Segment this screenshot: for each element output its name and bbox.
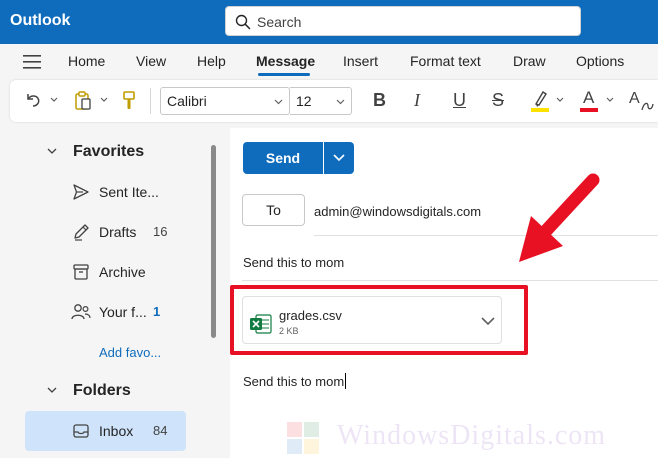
sidebar-item-label: Inbox (99, 423, 134, 439)
sidebar-item-label: Sent Ite... (99, 184, 159, 200)
tab-help[interactable]: Help (197, 53, 226, 69)
ribbon-tabs: Home View Help Message Insert Format tex… (0, 44, 658, 78)
folder-pane: Favorites Sent Ite... Drafts 16 Archive (0, 126, 230, 458)
chevron-down-icon[interactable] (47, 387, 57, 394)
windows-logo-icon (287, 422, 319, 454)
app-title[interactable]: Outlook (10, 12, 70, 30)
send-options-button[interactable] (324, 142, 354, 174)
tab-options[interactable]: Options (576, 53, 624, 69)
inbox-icon (73, 424, 89, 438)
search-box[interactable]: Search (225, 6, 581, 36)
unread-count: 84 (153, 423, 168, 438)
toolbar-separator (150, 88, 151, 114)
folders-header[interactable]: Folders (73, 382, 131, 400)
font-color-swatch (580, 108, 598, 112)
paste-chevron-icon[interactable] (100, 97, 108, 103)
pencil-icon (74, 224, 89, 241)
sidebar-scrollbar[interactable] (211, 145, 216, 338)
add-favorite-link[interactable]: Add favo... (99, 345, 161, 360)
font-color-chevron-icon[interactable] (606, 97, 614, 103)
format-painter-icon[interactable] (122, 91, 136, 111)
favorites-header[interactable]: Favorites (73, 143, 144, 161)
watermark-text: WindowsDigitals.com (337, 420, 607, 451)
tab-draw[interactable]: Draw (513, 53, 546, 69)
chevron-down-icon (336, 99, 345, 105)
divider (242, 280, 658, 281)
ribbon-toolbar: Calibri 12 B I U S A A (10, 80, 658, 122)
sidebar-item-sent-items[interactable]: Sent Ite... (25, 172, 186, 212)
search-icon (235, 14, 251, 30)
title-bar: Outlook Search (0, 0, 658, 44)
sidebar-item-inbox[interactable]: Inbox 84 (25, 411, 186, 451)
strikethrough-button[interactable]: S (492, 90, 504, 111)
tab-view[interactable]: View (136, 53, 166, 69)
chevron-down-icon[interactable] (47, 148, 57, 155)
to-recipient[interactable]: admin@windowsdigitals.com (314, 204, 481, 219)
message-body-text: Send this to mom (243, 374, 345, 389)
sidebar-item-label: Your f... (99, 304, 147, 320)
active-tab-indicator (258, 73, 310, 76)
annotation-highlight-box (230, 285, 528, 355)
archive-icon (73, 264, 89, 280)
font-name-select[interactable]: Calibri (160, 87, 290, 115)
font-size-value: 12 (296, 93, 312, 109)
message-body[interactable]: Send this to mom (243, 373, 347, 389)
underline-button[interactable]: U (453, 90, 466, 111)
tab-home[interactable]: Home (68, 53, 105, 69)
highlight-chevron-icon[interactable] (556, 97, 564, 103)
bold-button[interactable]: B (373, 90, 386, 111)
tab-message[interactable]: Message (256, 53, 315, 69)
send-icon (73, 184, 89, 200)
font-name-value: Calibri (167, 93, 207, 109)
send-button[interactable]: Send (243, 142, 323, 174)
divider (314, 235, 658, 236)
to-button[interactable]: To (242, 194, 305, 226)
chevron-down-icon (274, 99, 283, 105)
font-color-button[interactable]: A (583, 88, 594, 108)
search-placeholder: Search (257, 14, 302, 30)
clipboard-icon[interactable] (74, 91, 92, 111)
highlighter-icon[interactable] (530, 89, 550, 113)
chevron-down-icon (333, 154, 345, 162)
sidebar-item-label: Archive (99, 264, 146, 280)
people-icon (71, 304, 91, 320)
sidebar-item-your-folder[interactable]: Your f... 1 (25, 292, 186, 332)
sidebar-item-drafts[interactable]: Drafts 16 (25, 212, 186, 252)
styles-icon (641, 102, 654, 111)
font-size-select[interactable]: 12 (290, 87, 352, 115)
unread-count: 16 (153, 224, 168, 239)
styles-button[interactable]: A (629, 90, 640, 108)
subject-field[interactable]: Send this to mom (243, 255, 344, 270)
italic-button[interactable]: I (414, 90, 420, 111)
sidebar-item-archive[interactable]: Archive (25, 252, 186, 292)
tab-format-text[interactable]: Format text (410, 53, 481, 69)
annotation-arrow-icon (519, 173, 600, 262)
unread-count: 1 (153, 304, 161, 319)
watermark: WindowsDigitals.com (285, 416, 655, 456)
undo-icon[interactable] (24, 91, 42, 109)
menu-icon[interactable] (23, 55, 41, 69)
tab-insert[interactable]: Insert (343, 53, 378, 69)
text-caret (345, 373, 347, 389)
sidebar-item-label: Drafts (99, 224, 137, 240)
undo-chevron-icon[interactable] (50, 97, 58, 103)
